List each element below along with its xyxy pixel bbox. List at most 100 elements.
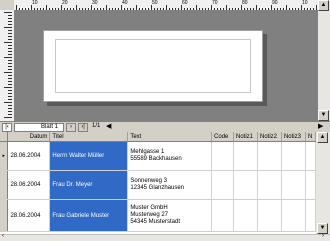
table-row[interactable]: 28.06.2004 Frau Gabriele Muster Muster G…	[0, 199, 317, 232]
ruler-tick	[268, 8, 269, 10]
ruler-tick	[4, 72, 12, 73]
cell-n[interactable]	[305, 170, 317, 200]
ruler-tick	[64, 8, 65, 10]
scroll-left-icon[interactable]: ◀	[106, 122, 111, 130]
vertical-ruler	[0, 10, 15, 121]
column-header-text[interactable]: Text	[127, 132, 213, 142]
scroll-right-icon[interactable]: ›	[322, 233, 324, 239]
column-header-titel[interactable]: Titel	[49, 132, 129, 142]
cell-notiz1[interactable]	[233, 199, 258, 232]
cell-text[interactable]: Muster GmbH Musterweg 27 54345 Mustersta…	[127, 199, 213, 232]
ruler-tick	[130, 8, 131, 10]
ruler-tick	[4, 57, 12, 58]
text-line: 54345 Musterstadt	[130, 219, 181, 225]
tab-first-icon[interactable]: |‹	[2, 123, 12, 132]
column-header-datum[interactable]: Datum	[7, 132, 51, 142]
canvas-vertical-scrollbar[interactable]: ▲ ▼	[318, 0, 330, 121]
grid-header-row: Datum Titel Text Code Notiz1 Notiz2 Noti…	[0, 132, 317, 142]
ruler-tick	[196, 5, 197, 10]
ruler-tick	[295, 8, 296, 10]
ruler-tick	[4, 102, 12, 103]
row-marker-icon	[0, 199, 9, 232]
ruler-tick	[178, 8, 179, 10]
ruler-tick	[313, 8, 314, 10]
ruler-tick	[133, 8, 134, 10]
ruler-tick	[49, 8, 50, 10]
ruler-tick	[4, 87, 12, 88]
ruler-tick	[8, 84, 12, 85]
ruler-tick	[148, 8, 149, 10]
grid-horizontal-scrollbar[interactable]: ‹ ›	[0, 233, 330, 241]
ruler-tick	[244, 8, 245, 10]
ruler-tick	[238, 8, 239, 10]
table-row[interactable]: 28.06.2004 Frau Dr. Meyer Sonnenweg 3 12…	[0, 170, 317, 200]
row-marker-icon	[0, 170, 9, 200]
ruler-tick	[61, 5, 62, 10]
tab-last-icon[interactable]: ›|	[78, 123, 88, 132]
ruler-tick	[226, 5, 227, 10]
scroll-up-icon[interactable]: ▲	[317, 132, 328, 143]
row-header-corner	[0, 132, 9, 142]
ruler-tick	[4, 42, 12, 43]
column-header-notiz3[interactable]: Notiz3	[281, 132, 306, 142]
ruler-tick	[289, 8, 290, 10]
ruler-tick	[136, 5, 137, 10]
column-header-code[interactable]: Code	[211, 132, 234, 142]
column-header-notiz1[interactable]: Notiz1	[233, 132, 258, 142]
ruler-tick	[292, 8, 293, 10]
ruler-tick	[8, 108, 12, 109]
ruler-label: 80	[242, 0, 248, 6]
cell-notiz2[interactable]	[257, 170, 282, 200]
cell-notiz2[interactable]	[257, 141, 282, 171]
scroll-down-icon[interactable]: ▼	[318, 110, 329, 121]
cell-n[interactable]	[305, 141, 317, 171]
scroll-left-icon[interactable]: ‹	[2, 233, 4, 239]
ruler-tick	[4, 117, 12, 118]
data-grid: Datum Titel Text Code Notiz1 Notiz2 Noti…	[0, 132, 317, 234]
cell-notiz3[interactable]	[281, 141, 306, 171]
cell-text[interactable]: Sonnenweg 3 12345 Glanzhausen	[127, 170, 213, 200]
cell-text[interactable]: Mehlgasse 1 55589 Backhausen	[127, 141, 213, 171]
scroll-right-icon[interactable]: ▶	[318, 122, 323, 130]
column-header-n[interactable]: N	[305, 132, 317, 142]
page-indicator: 1/1	[92, 123, 101, 129]
ruler-tick	[67, 8, 68, 10]
cell-datum[interactable]: 28.06.2004	[7, 199, 51, 232]
ruler-tick	[220, 8, 221, 10]
cell-notiz3[interactable]	[281, 199, 306, 232]
cell-notiz3[interactable]	[281, 170, 306, 200]
cell-notiz1[interactable]	[233, 141, 258, 171]
ruler-tick	[181, 5, 182, 10]
ruler-tick	[310, 8, 311, 10]
ruler-tick	[166, 5, 167, 10]
grid-vertical-scrollbar[interactable]: ▲ ▼	[316, 132, 330, 234]
cell-titel[interactable]: Herrn Walter Müller	[49, 141, 129, 171]
table-row[interactable]: ▸ 28.06.2004 Herrn Walter Müller Mehlgas…	[0, 141, 317, 171]
horizontal-ruler: 10 20 30 40 50 60 70 80 90 10	[14, 0, 318, 11]
ruler-tick	[103, 8, 104, 10]
ruler-tick	[43, 8, 44, 10]
cell-code[interactable]	[211, 199, 234, 232]
cell-datum[interactable]: 28.06.2004	[7, 170, 51, 200]
sheet-tab-label: Blatt 1	[41, 124, 59, 130]
ruler-label: 10	[32, 0, 38, 6]
ruler-tick	[25, 8, 26, 10]
tab-prev-icon[interactable]: ›	[66, 123, 76, 132]
ruler-tick	[169, 8, 170, 10]
cell-n[interactable]	[305, 199, 317, 232]
cell-titel[interactable]: Frau Dr. Meyer	[49, 170, 129, 200]
ruler-tick	[4, 12, 12, 13]
cell-code[interactable]	[211, 170, 234, 200]
cell-notiz2[interactable]	[257, 199, 282, 232]
sheet-tab-bar: |‹ Blatt 1 › ›| 1/1 ◀ ▶	[0, 121, 330, 132]
ruler-tick	[253, 8, 254, 10]
cell-notiz1[interactable]	[233, 170, 258, 200]
cell-titel[interactable]: Frau Gabriele Muster	[49, 199, 129, 232]
scroll-up-icon[interactable]: ▲	[318, 0, 329, 11]
sheet-tab[interactable]: Blatt 1	[14, 123, 64, 132]
column-header-notiz2[interactable]: Notiz2	[257, 132, 282, 142]
cell-datum[interactable]: 28.06.2004	[7, 141, 51, 171]
cell-code[interactable]	[211, 141, 234, 171]
ruler-label: 10	[302, 0, 308, 6]
ruler-tick	[8, 69, 12, 70]
